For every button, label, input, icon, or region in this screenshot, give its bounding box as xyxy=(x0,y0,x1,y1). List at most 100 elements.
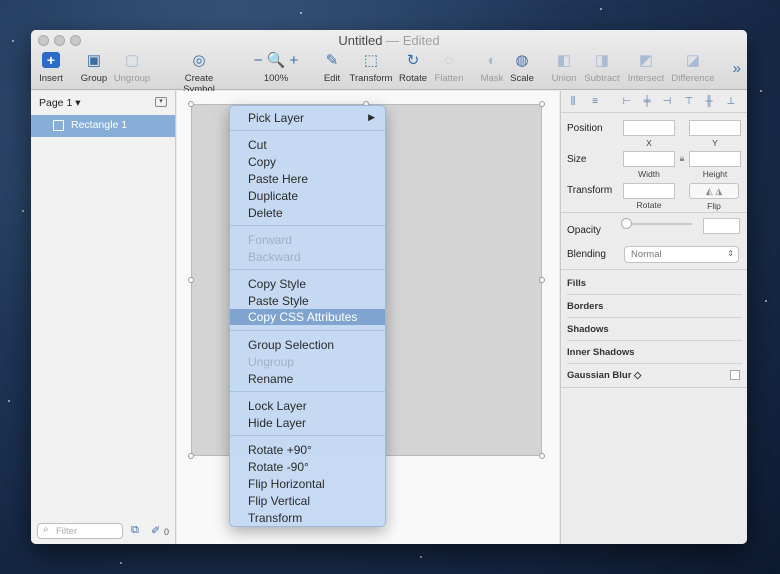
y-label: Y xyxy=(712,138,718,148)
inner-shadows-section[interactable]: Inner Shadows xyxy=(567,347,742,364)
rectangle-icon xyxy=(53,120,64,131)
align-left-icon[interactable]: ⊢ xyxy=(621,96,633,108)
scale-icon: ◍ xyxy=(515,52,529,69)
menu-rotate-cw[interactable]: Rotate +90° xyxy=(248,443,312,457)
menu-lock-layer[interactable]: Lock Layer xyxy=(248,399,307,413)
menu-rename[interactable]: Rename xyxy=(248,372,293,386)
window-title: Untitled — Edited xyxy=(31,33,747,48)
menu-paste-style[interactable]: Paste Style xyxy=(248,294,309,308)
resize-handle[interactable] xyxy=(539,277,545,283)
fills-section[interactable]: Fills xyxy=(567,278,742,295)
distribute-horizontal-icon[interactable]: ⫼ xyxy=(567,96,579,108)
x-label: X xyxy=(646,138,652,148)
resize-handle[interactable] xyxy=(188,277,194,283)
width-label: Width xyxy=(638,169,660,179)
opacity-slider-knob[interactable] xyxy=(621,218,632,229)
menu-duplicate[interactable]: Duplicate xyxy=(248,189,298,203)
app-window: Untitled — Edited + Insert ▣ Group ▢ Ung… xyxy=(31,30,747,544)
opacity-field[interactable] xyxy=(703,218,740,234)
transform-label: Transform xyxy=(567,185,613,196)
layer-name: Rectangle 1 xyxy=(71,119,128,131)
context-menu: Pick Layer ▶ Cut Copy Paste Here Duplica… xyxy=(229,105,386,527)
layer-row-rectangle[interactable]: Rectangle 1 xyxy=(31,115,175,137)
plus-icon: + xyxy=(42,52,60,68)
gaussian-blur-checkbox[interactable] xyxy=(730,370,740,380)
align-middle-icon[interactable]: ╫ xyxy=(703,96,715,108)
opacity-label: Opacity xyxy=(567,225,601,236)
menu-pick-layer[interactable]: Pick Layer xyxy=(248,111,304,125)
blending-label: Blending xyxy=(567,249,606,260)
transform-icon: ⬚ xyxy=(363,52,379,69)
flip-buttons[interactable]: ◭ ◮ xyxy=(689,183,739,199)
alignment-bar: ⫼ ≡ ⊢ ╪ ⊣ ⊤ ╫ ⊥ xyxy=(561,91,747,113)
resize-handle[interactable] xyxy=(188,101,194,107)
slice-icon[interactable]: ✐ xyxy=(151,524,160,537)
menu-backward: Backward xyxy=(248,250,301,264)
ungroup-button[interactable]: ▢ Ungroup xyxy=(102,52,162,84)
height-field[interactable] xyxy=(689,151,741,167)
blending-select[interactable]: Normal ⇕ xyxy=(624,246,739,263)
menu-flip-horizontal[interactable]: Flip Horizontal xyxy=(248,477,325,491)
menu-delete[interactable]: Delete xyxy=(248,206,283,220)
menu-rotate-ccw[interactable]: Rotate -90° xyxy=(248,460,309,474)
search-icon: ⌕ xyxy=(43,524,49,535)
menu-copy-css-attributes[interactable]: Copy CSS Attributes xyxy=(230,309,385,325)
x-field[interactable] xyxy=(623,120,675,136)
height-label: Height xyxy=(702,169,728,179)
menu-transform[interactable]: Transform xyxy=(248,511,302,525)
lock-icon[interactable]: 🔒︎ xyxy=(677,153,687,164)
difference-icon: ◪ xyxy=(685,52,701,69)
more-chevron-icon[interactable]: » xyxy=(733,60,741,77)
distribute-vertical-icon[interactable]: ≡ xyxy=(589,96,601,108)
zoom-icon: − 🔍 + xyxy=(253,52,299,69)
y-field[interactable] xyxy=(689,120,741,136)
difference-button[interactable]: ◪ Difference xyxy=(663,52,723,84)
intersect-icon: ◩ xyxy=(638,52,654,69)
align-right-icon[interactable]: ⊣ xyxy=(661,96,673,108)
resize-handle[interactable] xyxy=(539,453,545,459)
menu-flip-vertical[interactable]: Flip Vertical xyxy=(248,494,310,508)
resize-handle[interactable] xyxy=(188,453,194,459)
menu-copy-style[interactable]: Copy Style xyxy=(248,277,306,291)
filter-field[interactable]: ⌕ xyxy=(37,523,123,539)
flatten-icon: ◌ xyxy=(444,52,454,69)
rotate-label: Rotate xyxy=(636,200,662,210)
toolbar: Untitled — Edited + Insert ▣ Group ▢ Ung… xyxy=(31,30,747,95)
shadows-section[interactable]: Shadows xyxy=(567,324,742,341)
ungroup-icon: ▢ xyxy=(124,52,140,69)
borders-section[interactable]: Borders xyxy=(567,301,742,318)
menu-forward: Forward xyxy=(248,233,293,247)
layer-count: 0 xyxy=(164,527,170,537)
menu-hide-layer[interactable]: Hide Layer xyxy=(248,416,306,430)
flip-icon: ◭ ◮ xyxy=(705,186,723,196)
group-icon: ▣ xyxy=(86,52,102,69)
flip-label: Flip xyxy=(707,201,721,211)
layers-panel: Page 1 ▾ ▾ Rectangle 1 ⌕ ⧉ ✐ 0 xyxy=(31,91,176,544)
chevron-updown-icon: ⇕ xyxy=(727,249,734,258)
menu-ungroup: Ungroup xyxy=(248,355,295,369)
rotate-field[interactable] xyxy=(623,183,675,199)
menu-copy[interactable]: Copy xyxy=(248,155,276,169)
filter-input[interactable] xyxy=(56,525,118,537)
menu-paste-here[interactable]: Paste Here xyxy=(248,172,308,186)
inspector-panel: ⫼ ≡ ⊢ ╪ ⊣ ⊤ ╫ ⊥ Position X Y Size 🔒︎ Wid… xyxy=(560,91,747,544)
create-symbol-button[interactable]: ◎ Create Symbol xyxy=(170,52,228,95)
document-name: Untitled xyxy=(338,33,383,48)
width-field[interactable] xyxy=(623,151,675,167)
opacity-slider[interactable] xyxy=(627,223,692,225)
page-selector[interactable]: Page 1 ▾ xyxy=(39,97,80,109)
align-bottom-icon[interactable]: ⊥ xyxy=(725,96,737,108)
zoom-control[interactable]: − 🔍 + 100% xyxy=(246,52,306,84)
resize-handle[interactable] xyxy=(539,101,545,107)
symbol-icon: ◎ xyxy=(192,52,206,69)
subtract-icon: ◨ xyxy=(594,52,610,69)
align-top-icon[interactable]: ⊤ xyxy=(683,96,695,108)
gaussian-blur-section[interactable]: Gaussian Blur ◇ xyxy=(567,370,742,386)
menu-cut[interactable]: Cut xyxy=(248,138,267,152)
symbols-icon[interactable]: ⧉ xyxy=(131,524,139,537)
menu-group-selection[interactable]: Group Selection xyxy=(248,338,334,352)
align-center-icon[interactable]: ╪ xyxy=(641,96,653,108)
page-collapse-icon[interactable]: ▾ xyxy=(155,97,167,107)
submenu-arrow-icon: ▶ xyxy=(368,112,375,122)
union-icon: ◧ xyxy=(556,52,572,69)
